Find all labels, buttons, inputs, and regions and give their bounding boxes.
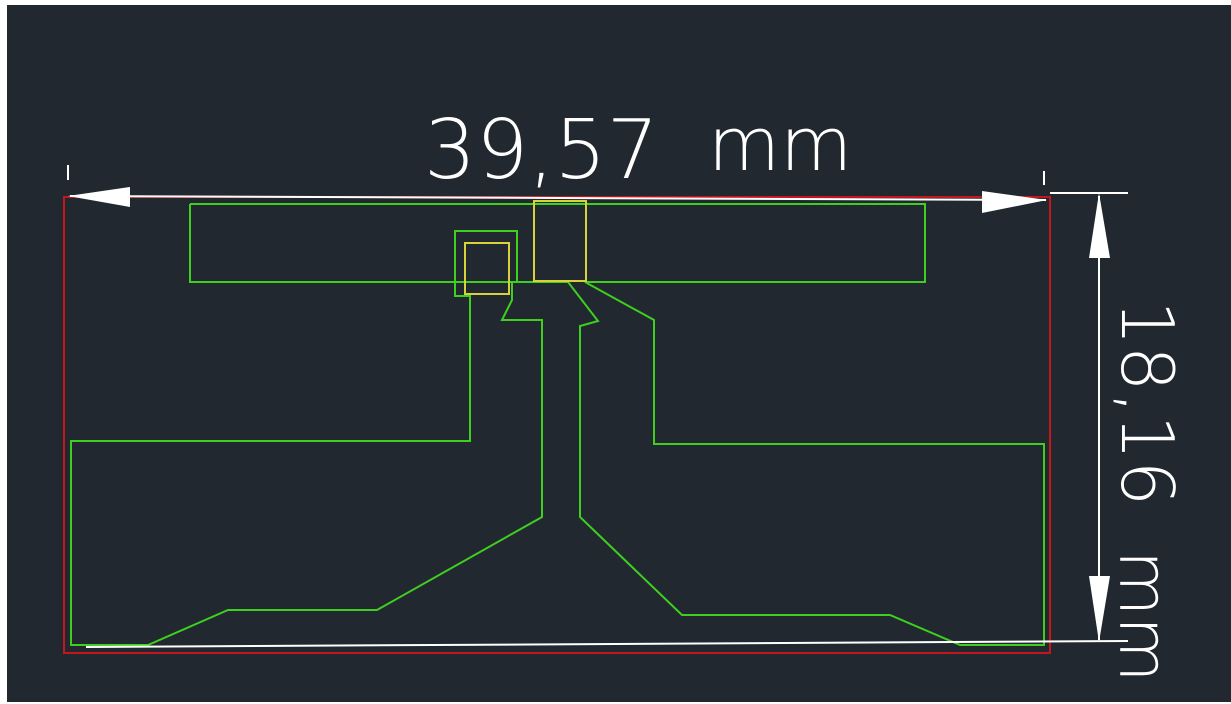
board-outline	[63, 196, 1051, 654]
width-arrow-right-icon	[982, 191, 1047, 213]
antenna-drawing: 39,57 mm 18,16 mm	[63, 102, 1189, 682]
width-dimension-unit: mm	[708, 102, 852, 188]
height-arrow-top-icon	[1089, 193, 1110, 258]
cad-viewport: 39,57 mm 18,16 mm	[0, 0, 1231, 704]
pad-small	[464, 242, 510, 295]
height-dimension-unit: mm	[1103, 550, 1182, 682]
pad-feed	[533, 200, 587, 282]
height-dimension-value: 18,16	[1105, 300, 1189, 506]
top-patch-trace	[70, 203, 1045, 646]
width-arrow-left-icon	[68, 187, 130, 207]
width-dimension-value: 39,57	[424, 103, 659, 198]
